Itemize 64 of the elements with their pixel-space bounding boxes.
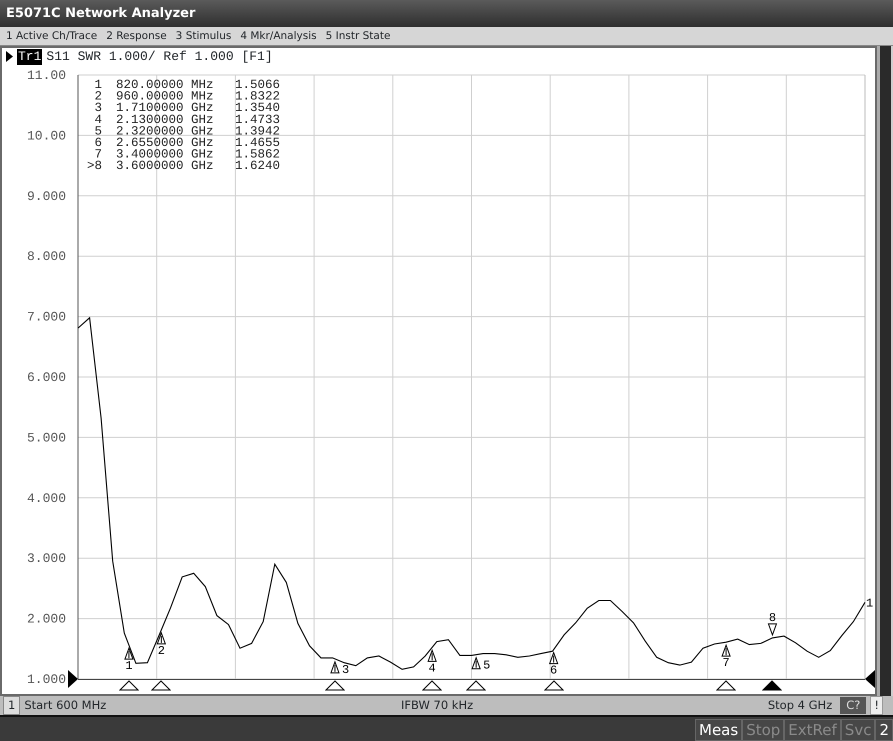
marker-stimulus: 2.1300000 GHz <box>116 112 214 127</box>
axis-label: 6.000 <box>26 370 66 385</box>
marker-number: 3 <box>94 101 102 116</box>
marker-value: 1.6240 <box>235 159 280 174</box>
marker-label: 6 <box>550 664 558 678</box>
menu-item[interactable]: 2 Response <box>106 29 167 43</box>
status-key[interactable]: Meas <box>695 719 742 741</box>
marker-value: 1.3540 <box>235 101 280 116</box>
marker-label: 8 <box>768 610 776 625</box>
marker-number: 1 <box>94 78 102 92</box>
menu-item[interactable]: 1 Active Ch/Trace <box>6 29 98 43</box>
marker-number: 7 <box>94 148 102 162</box>
marker-value: 1.5066 <box>235 78 280 92</box>
marker-number: 2 <box>94 90 102 104</box>
marker-label: 7 <box>722 656 730 670</box>
trace-label: 1 <box>866 596 874 610</box>
warning-indicator: ! <box>870 696 883 716</box>
axis-label: 8.000 <box>26 249 66 264</box>
marker-value: 1.5862 <box>235 148 280 162</box>
trace-info: S11 SWR 1.000/ Ref 1.000 [F1] <box>46 48 273 64</box>
axis-label: 11.00 <box>26 68 66 83</box>
marker-stimulus: 2.3200000 GHz <box>116 124 214 138</box>
marker-label: 5 <box>483 658 490 673</box>
marker-label: 1 <box>125 659 133 674</box>
marker-value: 1.3942 <box>235 124 280 138</box>
axis-label: 7.000 <box>26 310 66 325</box>
status-key[interactable]: 2 <box>875 719 893 741</box>
marker-stimulus: 3.6000000 GHz <box>116 159 214 174</box>
pointer-icon <box>6 51 13 62</box>
marker-stimulus: 3.4000000 GHz <box>116 148 214 162</box>
marker-number: >8 <box>86 159 102 174</box>
menu-item[interactable]: 5 Instr State <box>326 29 390 43</box>
marker-value: 1.8322 <box>235 90 280 104</box>
marker-label: 3 <box>342 662 350 677</box>
marker-value: 1.4655 <box>235 136 280 150</box>
axis-label: 5.000 <box>26 430 66 446</box>
menu-item[interactable]: 3 Stimulus <box>176 29 232 43</box>
axis-label: 2.000 <box>26 612 66 627</box>
scrollbar[interactable] <box>877 46 891 696</box>
axis-label: 9.000 <box>26 188 66 204</box>
marker-stimulus: 1.7100000 GHz <box>116 101 214 116</box>
axis-label: 4.000 <box>26 490 66 506</box>
marker-label: 2 <box>158 644 165 658</box>
marker-number: 6 <box>94 136 102 150</box>
calibration-status: C? <box>840 696 866 714</box>
marker-label: 4 <box>428 661 436 676</box>
marker-stimulus: 820.00000 MHz <box>116 78 214 92</box>
stop-marker-icon <box>865 670 875 688</box>
axis-label: 3.000 <box>26 551 66 566</box>
axis-label: 1.000 <box>26 672 66 687</box>
marker-value: 1.4733 <box>235 112 280 127</box>
start-frequency: Start 600 MHz <box>24 696 106 714</box>
axis-label: 10.00 <box>26 128 66 144</box>
ifbw-setting: IFBW 70 kHz <box>401 696 474 714</box>
marker-number: 4 <box>94 112 102 127</box>
window-title: E5071C Network Analyzer <box>0 0 893 27</box>
trace-tag: Tr1 <box>17 48 42 64</box>
marker-number: 5 <box>94 124 102 138</box>
channel-number: 1 <box>3 696 20 716</box>
menu-item[interactable]: 4 Mkr/Analysis <box>240 29 317 43</box>
reference-marker-icon <box>68 670 78 688</box>
marker-stimulus: 960.00000 MHz <box>116 90 214 104</box>
marker-stimulus: 2.6550000 GHz <box>116 136 214 150</box>
stop-frequency: Stop 4 GHz <box>768 696 832 714</box>
